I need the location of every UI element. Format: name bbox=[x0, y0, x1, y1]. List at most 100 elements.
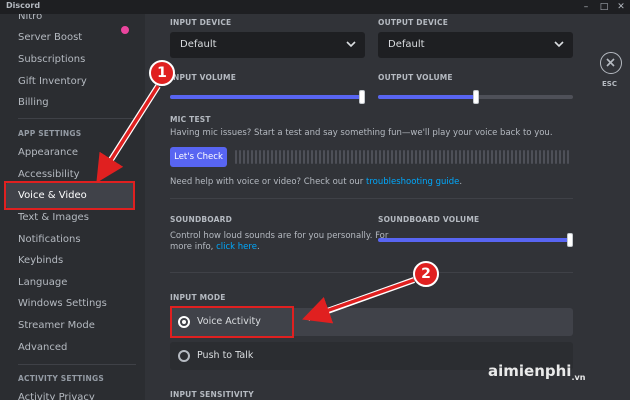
meter-bar bbox=[567, 150, 569, 164]
meter-bar bbox=[487, 150, 489, 164]
close-settings-button[interactable] bbox=[600, 52, 622, 74]
sidebar-divider bbox=[18, 118, 136, 119]
soundboard-volume-slider[interactable] bbox=[378, 233, 573, 247]
meter-bar bbox=[511, 150, 513, 164]
meter-bar bbox=[423, 150, 425, 164]
input-volume-slider[interactable] bbox=[170, 90, 365, 104]
meter-bar bbox=[391, 150, 393, 164]
meter-bar bbox=[399, 150, 401, 164]
activity-settings-header: ACTIVITY SETTINGS bbox=[18, 374, 104, 383]
meter-bar bbox=[375, 150, 377, 164]
minimize-icon[interactable]: – bbox=[578, 0, 594, 14]
meter-bar bbox=[475, 150, 477, 164]
output-volume-fill bbox=[378, 95, 476, 99]
meter-bar bbox=[259, 150, 261, 164]
meter-bar bbox=[547, 150, 549, 164]
output-device-value: Default bbox=[388, 39, 425, 50]
output-volume-handle[interactable] bbox=[472, 90, 479, 104]
meter-bar bbox=[327, 150, 329, 164]
meter-bar bbox=[563, 150, 565, 164]
meter-bar bbox=[323, 150, 325, 164]
meter-bar bbox=[343, 150, 345, 164]
sidebar-item-billing[interactable]: Billing bbox=[18, 97, 49, 108]
maximize-icon[interactable]: □ bbox=[596, 0, 612, 14]
sidebar-item-activity-privacy[interactable]: Activity Privacy bbox=[18, 392, 95, 400]
meter-bar bbox=[451, 150, 453, 164]
sidebar-divider bbox=[18, 364, 136, 365]
troubleshooting-guide-link[interactable]: troubleshooting guide bbox=[366, 177, 459, 187]
meter-bar bbox=[283, 150, 285, 164]
meter-bar bbox=[303, 150, 305, 164]
meter-bar bbox=[371, 150, 373, 164]
meter-bar bbox=[463, 150, 465, 164]
lets-check-button[interactable]: Let's Check bbox=[170, 147, 227, 167]
meter-bar bbox=[387, 150, 389, 164]
click-here-link[interactable]: click here bbox=[216, 242, 257, 252]
app-settings-header: APP SETTINGS bbox=[18, 129, 82, 138]
input-volume-fill bbox=[170, 95, 365, 99]
soundboard-volume-handle[interactable] bbox=[567, 233, 573, 247]
input-volume-handle[interactable] bbox=[359, 90, 365, 104]
soundboard-description-2: more info, click here. bbox=[170, 242, 260, 252]
sidebar-item-streamer-mode[interactable]: Streamer Mode bbox=[18, 320, 95, 331]
meter-bar bbox=[499, 150, 501, 164]
meter-bar bbox=[411, 150, 413, 164]
radio-unselected-icon bbox=[178, 350, 190, 362]
sidebar-item-server-boost[interactable]: Server Boost bbox=[18, 32, 82, 43]
sidebar-item-gift-inventory[interactable]: Gift Inventory bbox=[18, 76, 87, 87]
meter-bar bbox=[543, 150, 545, 164]
step-1-badge: 1 bbox=[149, 60, 175, 86]
meter-bar bbox=[471, 150, 473, 164]
meter-bar bbox=[467, 150, 469, 164]
meter-bar bbox=[483, 150, 485, 164]
watermark-text: aimienphi bbox=[488, 362, 572, 380]
soundboard-description-prefix: more info, bbox=[170, 242, 217, 252]
meter-bar bbox=[247, 150, 249, 164]
meter-bar bbox=[347, 150, 349, 164]
sidebar-item-keybinds[interactable]: Keybinds bbox=[18, 255, 63, 266]
output-volume-slider[interactable] bbox=[378, 90, 573, 104]
input-device-select[interactable]: Default bbox=[170, 32, 365, 58]
help-text-prefix: Need help with voice or video? Check out… bbox=[170, 177, 367, 187]
meter-bar bbox=[363, 150, 365, 164]
sidebar-item-appearance[interactable]: Appearance bbox=[18, 147, 78, 158]
meter-bar bbox=[367, 150, 369, 164]
mic-test-description: Having mic issues? Start a test and say … bbox=[170, 128, 553, 138]
meter-bar bbox=[407, 150, 409, 164]
close-window-icon[interactable]: ✕ bbox=[613, 0, 629, 14]
input-volume-label: INPUT VOLUME bbox=[170, 73, 237, 82]
meter-bar bbox=[315, 150, 317, 164]
meter-bar bbox=[431, 150, 433, 164]
sidebar-item-accessibility[interactable]: Accessibility bbox=[18, 169, 80, 180]
soundboard-description-suffix: . bbox=[256, 242, 260, 252]
meter-bar bbox=[439, 150, 441, 164]
meter-bar bbox=[435, 150, 437, 164]
input-mode-label: INPUT MODE bbox=[170, 293, 226, 302]
meter-bar bbox=[307, 150, 309, 164]
help-text-suffix: . bbox=[459, 177, 463, 187]
output-device-select[interactable]: Default bbox=[378, 32, 573, 58]
meter-bar bbox=[551, 150, 553, 164]
soundboard-label: SOUNDBOARD bbox=[170, 215, 233, 224]
meter-bar bbox=[267, 150, 269, 164]
meter-bar bbox=[523, 150, 525, 164]
voice-activity-highlight-box bbox=[170, 306, 294, 338]
nitro-badge bbox=[121, 26, 129, 34]
sidebar-item-subscriptions[interactable]: Subscriptions bbox=[18, 54, 85, 65]
meter-bar bbox=[531, 150, 533, 164]
sidebar-item-windows-settings[interactable]: Windows Settings bbox=[18, 298, 107, 309]
sidebar-item-language[interactable]: Language bbox=[18, 277, 67, 288]
help-text: Need help with voice or video? Check out… bbox=[170, 177, 462, 187]
meter-bar bbox=[335, 150, 337, 164]
sidebar-item-notifications[interactable]: Notifications bbox=[18, 234, 81, 245]
sidebar-item-advanced[interactable]: Advanced bbox=[18, 342, 67, 353]
sidebar-item-text-images[interactable]: Text & Images bbox=[18, 212, 89, 223]
meter-bar bbox=[351, 150, 353, 164]
meter-bar bbox=[503, 150, 505, 164]
meter-bar bbox=[419, 150, 421, 164]
meter-bar bbox=[339, 150, 341, 164]
meter-bar bbox=[459, 150, 461, 164]
meter-bar bbox=[255, 150, 257, 164]
sidebar-item-nitro[interactable]: Nitro bbox=[18, 14, 42, 22]
output-device-label: OUTPUT DEVICE bbox=[378, 18, 449, 27]
